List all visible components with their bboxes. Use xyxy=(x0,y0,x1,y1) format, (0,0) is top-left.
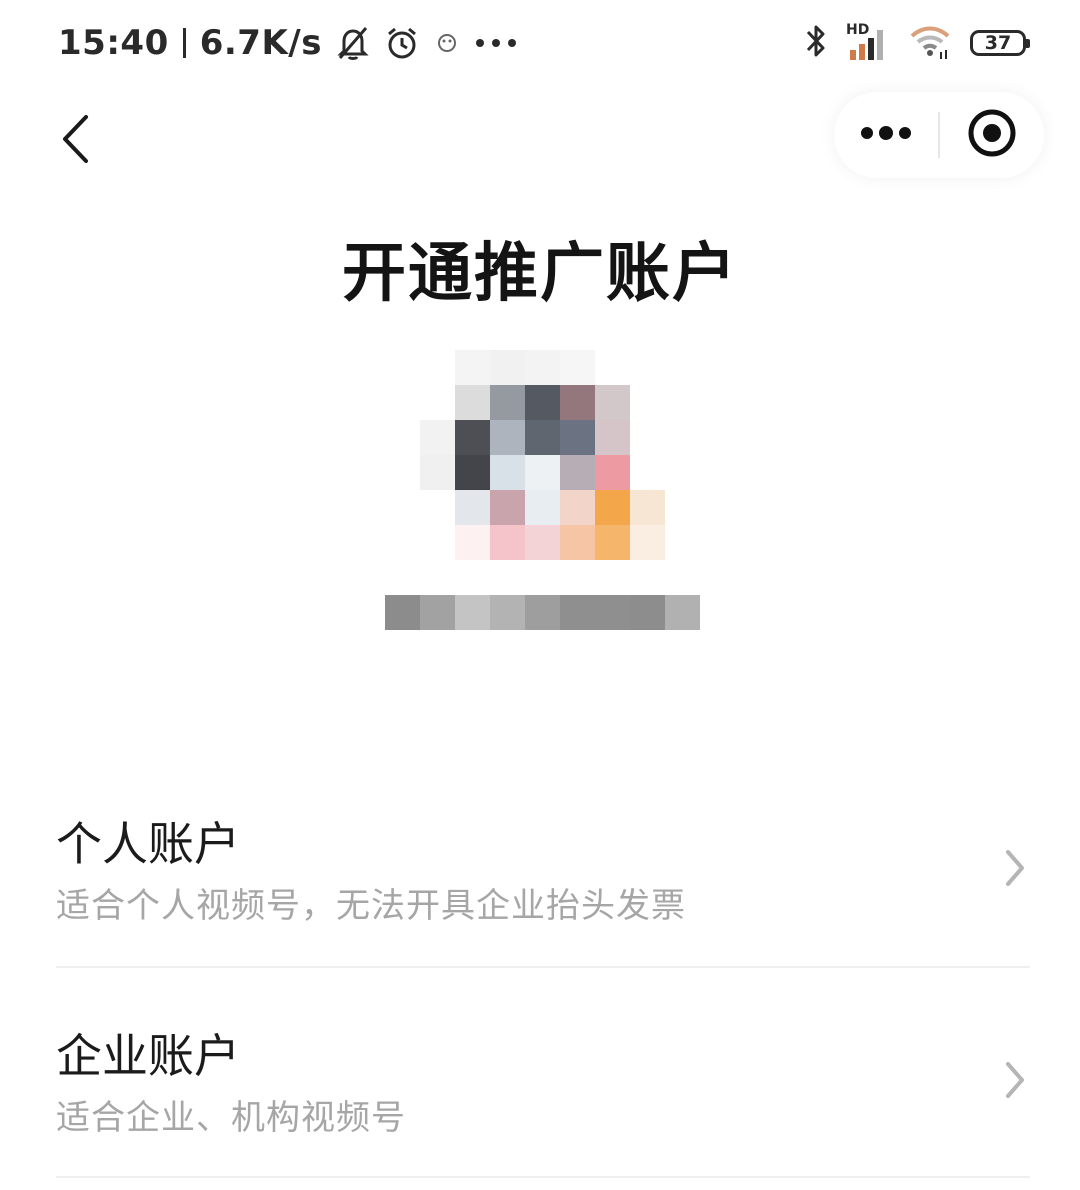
option-title: 个人账户 xyxy=(56,817,240,871)
alarm-clock-icon xyxy=(384,25,420,61)
avatar-pixel xyxy=(420,455,455,490)
avatar xyxy=(420,350,665,560)
business-account-option[interactable]: 企业账户 适合企业、机构视频号 xyxy=(56,1020,1030,1190)
wifi-icon xyxy=(908,22,952,64)
avatar-pixel xyxy=(420,420,455,455)
name-pixel xyxy=(455,595,490,630)
avatar-pixel xyxy=(420,490,455,525)
avatar-pixel xyxy=(630,420,665,455)
option-divider xyxy=(56,1176,1030,1178)
avatar-pixel xyxy=(455,385,490,420)
battery-indicator: 37 xyxy=(970,30,1030,56)
avatar-pixel xyxy=(525,490,560,525)
personal-account-option[interactable]: 个人账户 适合个人视频号，无法开具企业抬头发票 xyxy=(56,808,1030,978)
name-pixel xyxy=(630,595,665,630)
more-dots-icon xyxy=(860,125,912,145)
name-pixel xyxy=(420,595,455,630)
chevron-right-icon xyxy=(1002,846,1030,890)
avatar-pixel xyxy=(525,385,560,420)
avatar-pixel xyxy=(560,455,595,490)
mute-bell-icon xyxy=(336,25,370,61)
status-bar: 15:40 6.7K/s HD 37 xyxy=(0,0,1080,86)
name-pixel xyxy=(560,595,595,630)
avatar-pixel xyxy=(490,420,525,455)
avatar-pixel xyxy=(525,525,560,560)
avatar-pixel xyxy=(595,420,630,455)
option-title: 企业账户 xyxy=(56,1029,240,1083)
avatar-pixel xyxy=(595,490,630,525)
avatar-pixel xyxy=(420,350,455,385)
avatar-pixel xyxy=(420,525,455,560)
avatar-pixel xyxy=(595,455,630,490)
account-name-redacted xyxy=(350,578,735,652)
avatar-pixel xyxy=(630,455,665,490)
avatar-pixel xyxy=(525,350,560,385)
name-pixel xyxy=(385,595,420,630)
avatar-pixel xyxy=(560,490,595,525)
name-pixel xyxy=(490,595,525,630)
account-name-pixelated xyxy=(385,595,700,630)
avatar-pixel xyxy=(630,525,665,560)
avatar-pixel xyxy=(560,385,595,420)
target-close-icon xyxy=(966,107,1018,163)
cellular-signal-icon: HD xyxy=(846,22,890,62)
avatar-pixel xyxy=(595,350,630,385)
more-notifications-icon xyxy=(474,36,518,50)
avatar-pixel xyxy=(595,525,630,560)
name-pixel xyxy=(525,595,560,630)
page-title: 开通推广账户 xyxy=(342,237,738,311)
avatar-pixel xyxy=(560,350,595,385)
avatar-pixel xyxy=(455,350,490,385)
avatar-pixel xyxy=(525,420,560,455)
avatar-pixel xyxy=(630,490,665,525)
mini-program-capsule xyxy=(834,92,1044,178)
avatar-pixel xyxy=(490,455,525,490)
close-mini-program-button[interactable] xyxy=(940,92,1044,178)
avatar-pixel xyxy=(595,385,630,420)
avatar-pixel xyxy=(455,490,490,525)
status-separator xyxy=(182,28,186,58)
status-left: 15:40 6.7K/s xyxy=(58,18,518,68)
back-button[interactable] xyxy=(50,110,100,172)
avatar-pixel xyxy=(490,385,525,420)
status-time: 15:40 xyxy=(58,23,169,63)
chevron-right-icon xyxy=(1002,1058,1030,1102)
avatar-pixel xyxy=(560,420,595,455)
bluetooth-icon xyxy=(804,22,828,64)
avatar-pixel xyxy=(560,525,595,560)
more-button[interactable] xyxy=(834,92,938,178)
app-notification-icon xyxy=(434,28,460,58)
avatar-pixel xyxy=(455,455,490,490)
avatar-pixel xyxy=(490,350,525,385)
avatar-pixel xyxy=(630,385,665,420)
avatar-pixel xyxy=(420,385,455,420)
avatar-pixel xyxy=(630,350,665,385)
avatar-pixel xyxy=(490,525,525,560)
option-description: 适合企业、机构视频号 xyxy=(56,1098,406,1138)
avatar-pixel xyxy=(525,455,560,490)
avatar-pixel xyxy=(455,420,490,455)
option-divider xyxy=(56,966,1030,968)
name-pixel xyxy=(595,595,630,630)
avatar-pixel xyxy=(455,525,490,560)
avatar-pixel xyxy=(490,490,525,525)
name-pixel xyxy=(665,595,700,630)
option-description: 适合个人视频号，无法开具企业抬头发票 xyxy=(56,886,686,926)
status-net-speed: 6.7K/s xyxy=(199,23,322,63)
status-right: HD 37 xyxy=(804,18,1030,68)
avatar-pixelated-image xyxy=(420,350,665,560)
chevron-left-icon xyxy=(60,114,90,168)
